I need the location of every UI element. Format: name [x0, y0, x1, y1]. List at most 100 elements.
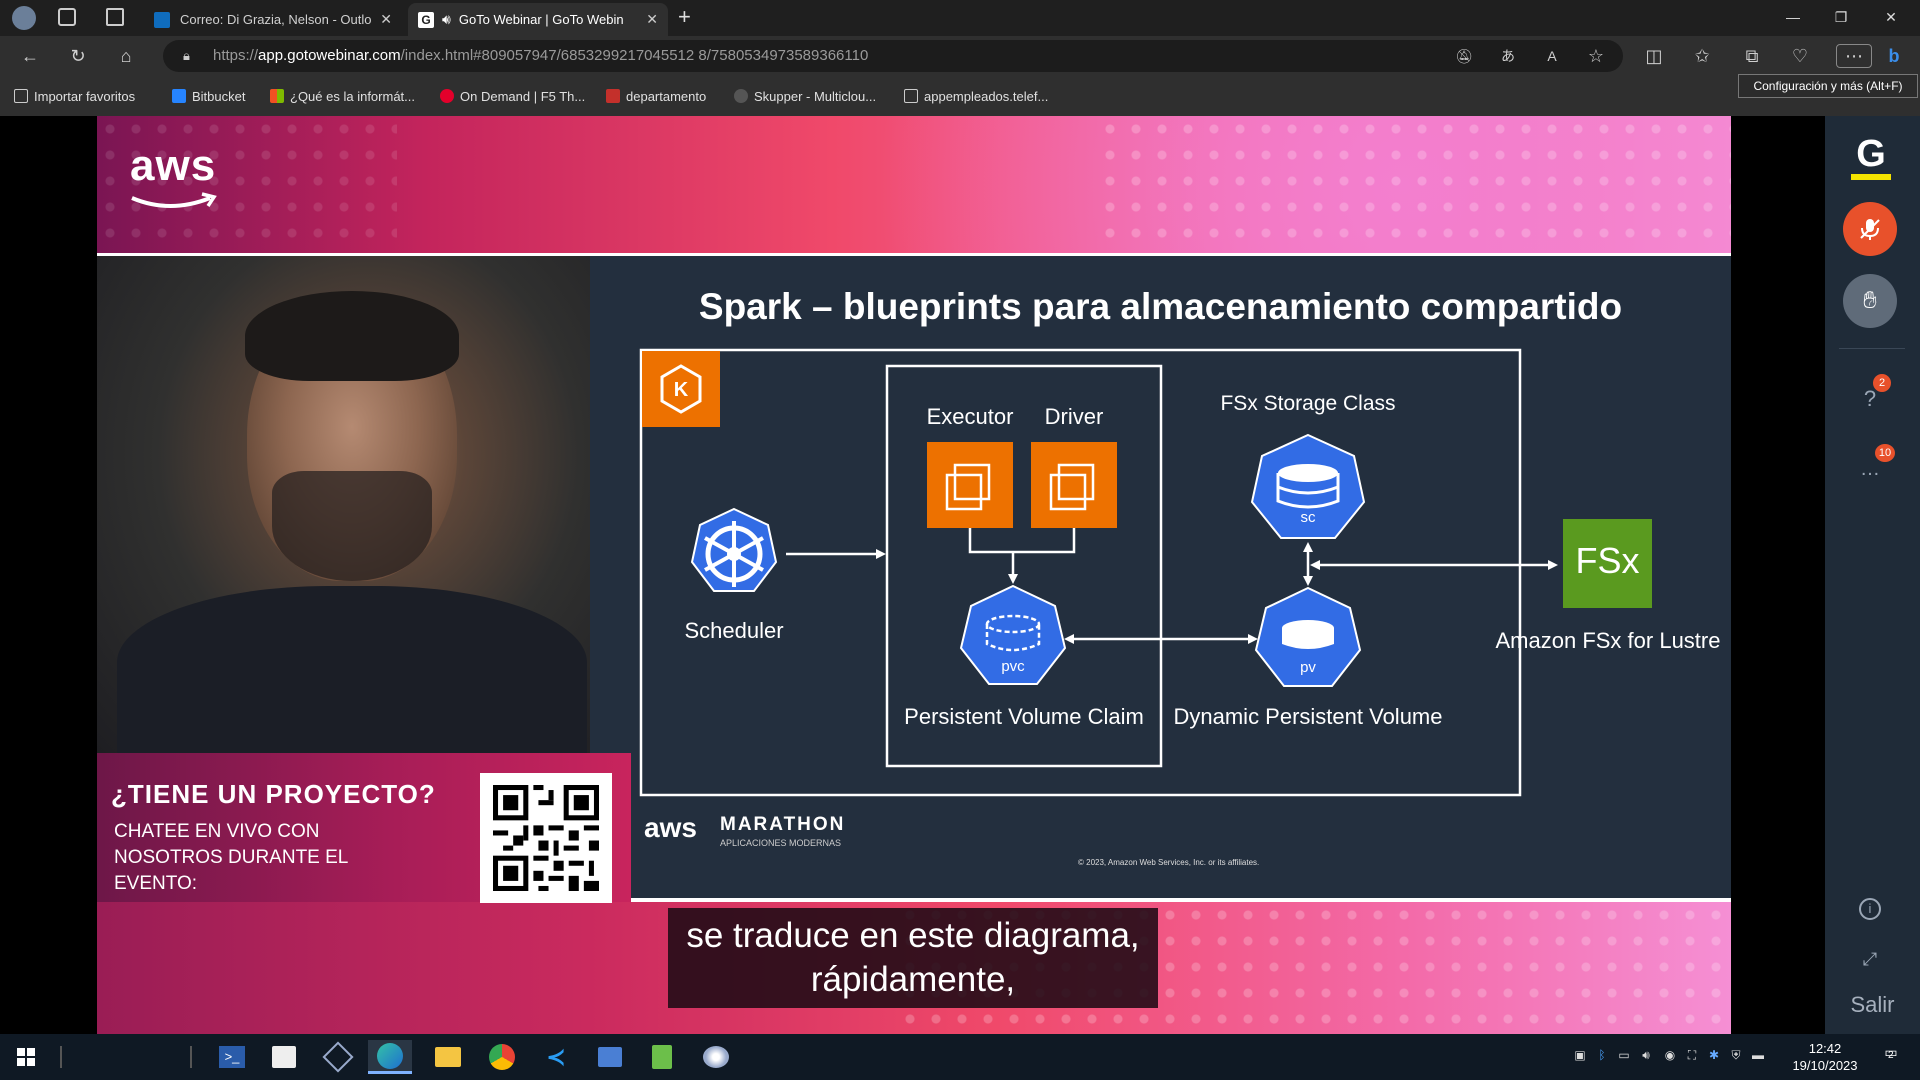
- favorites-icon[interactable]: ✩: [1690, 44, 1714, 68]
- aws-smile-icon: [131, 192, 217, 208]
- tab-close-icon[interactable]: ✕: [646, 11, 658, 28]
- bookmark-skupper[interactable]: Skupper - Multiclou...: [734, 86, 876, 106]
- close-window-button[interactable]: ✕: [1868, 0, 1914, 34]
- virtualbox-icon[interactable]: [316, 1040, 360, 1074]
- url-prefix: https://: [213, 47, 259, 64]
- subtitle-caption: se traduce en este diagrama, rápidamente…: [668, 908, 1158, 1008]
- fsx-icon: FSx: [1575, 540, 1640, 581]
- settings-more-icon[interactable]: ⋯: [1836, 44, 1872, 68]
- clock-time: 12:42: [1808, 1041, 1842, 1056]
- restore-button[interactable]: ❐: [1818, 0, 1864, 34]
- paint-icon[interactable]: [694, 1040, 738, 1074]
- bookmark-label: ¿Qué es la informát...: [290, 88, 415, 104]
- exit-button[interactable]: Salir: [1825, 992, 1920, 1018]
- footer-aws-logo: aws: [644, 812, 697, 843]
- home-icon[interactable]: ⌂: [114, 44, 138, 68]
- windows-taskbar: >_ ≺ ▣ ᛒ ▭ 🔊︎ ◉ ⛶ ✱ ⛨ ▬ 12:42 19/10/2023…: [0, 1034, 1920, 1080]
- windows-start-icon[interactable]: [4, 1040, 48, 1074]
- tab-close-icon[interactable]: ✕: [380, 11, 392, 28]
- read-aloud-icon[interactable]: A: [1540, 44, 1564, 68]
- translate-icon[interactable]: あ: [1496, 44, 1520, 68]
- raise-hand-button[interactable]: ✋︎: [1843, 274, 1897, 328]
- footer-subtitle: APLICACIONES MODERNAS: [720, 838, 842, 848]
- chat-button[interactable]: … 10: [1843, 442, 1897, 496]
- network-icon[interactable]: ▭: [1616, 1048, 1632, 1064]
- speaker-beard: [272, 471, 432, 581]
- page-icon: [904, 89, 918, 103]
- vpn-icon[interactable]: ✱: [1706, 1048, 1722, 1064]
- powershell-icon[interactable]: >_: [210, 1040, 254, 1074]
- tray-icon[interactable]: ▣: [1572, 1048, 1588, 1064]
- new-tab-button[interactable]: +: [678, 4, 691, 30]
- outlook-icon: [154, 11, 170, 28]
- store-icon[interactable]: [262, 1040, 306, 1074]
- bookmark-import[interactable]: Importar favoritos: [14, 86, 135, 106]
- bookmark-label: Bitbucket: [192, 88, 246, 104]
- scheduler-label: Scheduler: [684, 618, 784, 643]
- tab-gotowebinar[interactable]: G 🔊︎ GoTo Webinar | GoTo Webin ✕: [408, 3, 668, 36]
- tab-label: Correo: Di Grazia, Nelson - Outlo: [180, 12, 372, 27]
- bookmark-label: Skupper - Multiclou...: [754, 88, 877, 104]
- tab-outlook[interactable]: Correo: Di Grazia, Nelson - Outlo ✕: [142, 3, 402, 36]
- speaker-hair: [245, 291, 459, 381]
- teams-icon[interactable]: ◉: [1662, 1048, 1678, 1064]
- back-icon[interactable]: ←: [18, 44, 42, 68]
- bookmark-bitbucket[interactable]: Bitbucket: [172, 86, 245, 106]
- bookmark-f5[interactable]: On Demand | F5 Th...: [440, 86, 585, 106]
- remote-desktop-icon[interactable]: [588, 1040, 632, 1074]
- url-domain: app.gotowebinar.com: [258, 47, 401, 64]
- promo-title: ¿TIENE UN PROYECTO?: [111, 779, 436, 809]
- svg-text:K: K: [674, 379, 689, 401]
- security-icon[interactable]: ⛨: [1728, 1048, 1744, 1064]
- bluetooth-icon[interactable]: ᛒ: [1594, 1048, 1610, 1064]
- qr-code[interactable]: [480, 773, 612, 903]
- speaker-video: [97, 256, 590, 756]
- copilot-icon[interactable]: b: [1882, 44, 1906, 68]
- aws-logo: aws: [130, 141, 217, 190]
- capture-icon[interactable]: ⛶: [1684, 1048, 1700, 1064]
- notepad-icon[interactable]: [640, 1040, 684, 1074]
- bookmark-appempleados[interactable]: appempleados.telef...: [904, 86, 1048, 106]
- workspaces-icon[interactable]: [58, 8, 76, 26]
- minimize-button[interactable]: —: [1770, 0, 1816, 34]
- tab-actions-icon[interactable]: [106, 8, 124, 26]
- collections-icon[interactable]: ⧉: [1740, 44, 1764, 68]
- chrome-icon[interactable]: [480, 1040, 524, 1074]
- bookmark-informatica[interactable]: ¿Qué es la informát...: [270, 86, 415, 106]
- speaker-icon[interactable]: 🔊︎: [442, 11, 451, 28]
- volume-icon[interactable]: 🔊︎: [1638, 1048, 1654, 1064]
- browser-essentials-icon[interactable]: ♡: [1788, 44, 1812, 68]
- bookmark-departamento[interactable]: departamento: [606, 86, 706, 106]
- questions-button[interactable]: ? 2: [1843, 372, 1897, 426]
- favorite-star-icon[interactable]: ☆: [1584, 44, 1608, 68]
- microphone-button[interactable]: [1843, 202, 1897, 256]
- clock-date: 19/10/2023: [1792, 1058, 1858, 1073]
- profile-avatar[interactable]: [12, 6, 36, 30]
- banner-top: [97, 116, 1731, 254]
- notification-count: 2: [1888, 1050, 1894, 1061]
- system-clock[interactable]: 12:42 19/10/2023: [1760, 1040, 1890, 1074]
- pvc-label: Persistent Volume Claim: [904, 704, 1144, 729]
- edge-icon[interactable]: [368, 1040, 412, 1074]
- bookmarks-bar: Importar favoritos Bitbucket ¿Qué es la …: [0, 76, 1920, 116]
- notifications-off-icon[interactable]: 🔕︎: [1452, 44, 1476, 68]
- bitbucket-icon: [172, 89, 186, 103]
- fullscreen-button[interactable]: ⤢: [1843, 932, 1897, 986]
- vscode-icon[interactable]: ≺: [534, 1040, 578, 1074]
- notification-center-button[interactable]: ▭ 2: [1878, 1044, 1904, 1070]
- microsoft-icon: [270, 89, 284, 103]
- pv-label: Dynamic Persistent Volume: [1173, 704, 1443, 729]
- refresh-icon[interactable]: ↻: [66, 44, 90, 68]
- promo-panel: ¿TIENE UN PROYECTO? CHATEE EN VIVO CON N…: [97, 753, 631, 903]
- info-button[interactable]: i: [1843, 882, 1897, 936]
- split-screen-icon[interactable]: ◫: [1642, 44, 1666, 68]
- divider: [190, 1046, 192, 1068]
- browser-title-bar: Correo: Di Grazia, Nelson - Outlo ✕ G 🔊︎…: [0, 0, 1920, 36]
- address-bar[interactable]: 🔒︎ https://app.gotowebinar.com/index.htm…: [163, 40, 1623, 72]
- bookmark-label: On Demand | F5 Th...: [460, 88, 586, 104]
- storage-class-label: FSx Storage Class: [1220, 392, 1396, 415]
- webinar-viewer: aws Spark – blueprints para almacenamien…: [0, 116, 1920, 1034]
- file-explorer-icon[interactable]: [426, 1040, 470, 1074]
- divider: [60, 1046, 62, 1068]
- chat-bubble-icon: …: [1860, 457, 1880, 480]
